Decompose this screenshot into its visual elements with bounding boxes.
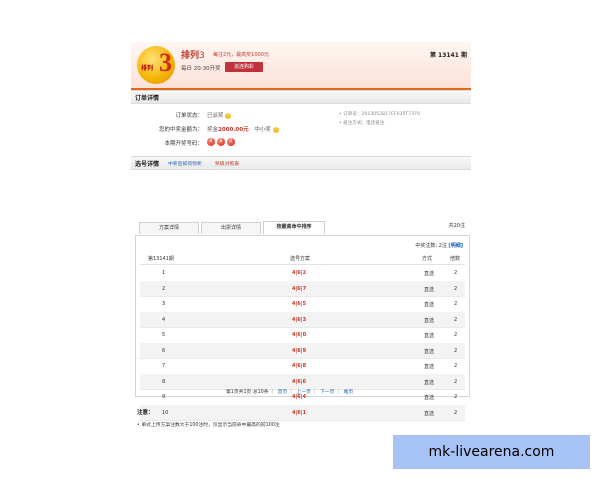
status-label: 订单状态： [175, 113, 203, 119]
order-number: • 订单号：2013052817CF035T7379 [339, 112, 420, 117]
table-row: 1 4|6|2 直选 2 [140, 265, 465, 282]
row-code: 4|6|9 [292, 347, 307, 354]
row-multiple: 2 [454, 316, 458, 323]
row-method: 直选 [424, 317, 435, 324]
row-method: 直选 [424, 379, 435, 386]
row-method: 直选 [424, 302, 435, 308]
row-index: 9 [162, 394, 166, 400]
row-index: 2 [162, 285, 166, 292]
table-header: 第13141期 选号方案 方式 倍数 [140, 253, 465, 265]
row-method: 直选 [424, 395, 435, 401]
help-icon[interactable]: ? [225, 112, 232, 119]
numbers-label: 本期开奖号码： [164, 141, 203, 147]
row-method: 直选 [424, 333, 435, 339]
header-multiple: 倍数 [450, 256, 461, 262]
row-index: 1 [162, 270, 166, 276]
row-multiple: 2 [454, 270, 458, 276]
row-code: 4|6|0 [292, 332, 307, 338]
row-multiple: 2 [454, 378, 458, 385]
row-method: 直选 [424, 410, 435, 417]
purchase-method: • 投注方式：电话投注 [339, 121, 385, 126]
row-index: 7 [162, 363, 166, 369]
continue-buy-button[interactable]: 追连购彩 [225, 62, 263, 72]
row-index: 6 [162, 347, 166, 354]
draw-time: 每日 20:30开奖 [181, 66, 221, 72]
notes-item: • 单式上传方案注数大于100注时，仅显示当前命中最高的前100注 [137, 423, 280, 428]
prize-value: 奖金2000.00元 中小奖 ? [207, 126, 279, 133]
order-page: 排列 3 排列3 每注2元，最高奖1000元 每日 20:30开奖 追连购彩 第… [131, 42, 471, 440]
number-ball: 6 [217, 138, 225, 146]
number-ball: 2 [227, 138, 235, 146]
watermark: mk-livearena.com [393, 435, 590, 469]
row-code: 4|6|5 [292, 301, 307, 307]
table-row: 5 4|6|0 直选 2 [140, 327, 465, 344]
game-subtitle: 每注2元，最高奖1000元 [213, 52, 269, 58]
header-method: 方式 [422, 256, 433, 262]
tab-scheme-details[interactable]: 方案详情 [139, 222, 199, 234]
row-code: 4|6|7 [292, 285, 307, 292]
row-multiple: 2 [454, 285, 458, 292]
row-method: 直选 [424, 348, 435, 355]
row-index: 5 [162, 332, 166, 338]
status-value: 已派奖 ? [207, 112, 232, 119]
total-count: 共20注 [448, 223, 465, 229]
number-ball: 4 [207, 138, 215, 146]
order-details-title: 订单详情 [135, 95, 160, 102]
row-code: 4|6|8 [292, 363, 307, 369]
pagination: 第1页共1页 总10条 | 首页 | 上一页 | 下一页 | 尾页 [226, 390, 354, 395]
row-method: 直选 [424, 364, 435, 370]
selection-details-bar: 选号详情 中奖后如何领奖 奖级对照表 [131, 156, 471, 170]
logo-text: 排列 [141, 65, 154, 72]
page-info: 第1页共1页 总10条 [226, 390, 269, 395]
claim-prize-link[interactable]: 中奖后如何领奖 [168, 160, 202, 167]
last-page-link[interactable]: 尾页 [344, 390, 354, 395]
details-link[interactable]: [明细] [448, 243, 463, 249]
winning-numbers: 4 6 2 [207, 138, 247, 148]
row-multiple: 2 [454, 347, 458, 354]
row-multiple: 2 [454, 301, 458, 307]
row-index: 8 [162, 378, 166, 385]
table-row: 4 4|6|3 直选 2 [140, 311, 465, 328]
table-row: 3 4|6|5 直选 2 [140, 296, 465, 313]
prize-table-link[interactable]: 奖级对照表 [215, 160, 239, 167]
table-row: 2 4|6|7 直选 2 [140, 280, 465, 297]
game-name: 排列3 [181, 51, 205, 61]
row-index: 3 [162, 301, 166, 307]
prev-page-link[interactable]: 上一页 [296, 390, 310, 395]
help-icon[interactable]: ? [272, 126, 279, 133]
row-code: 4|6|6 [292, 378, 307, 385]
header-issue: 第13141期 [148, 256, 174, 262]
row-index: 10 [162, 409, 169, 416]
logo-number: 3 [159, 48, 172, 77]
tab-ticket-details[interactable]: 出票详情 [201, 222, 261, 234]
row-multiple: 2 [454, 363, 458, 369]
row-multiple: 2 [454, 394, 458, 400]
win-summary: 中奖注数: 2注 [明细] [415, 243, 463, 249]
notes-title: 注意： [137, 410, 154, 416]
table-row: 6 4|6|9 直选 2 [140, 342, 465, 359]
first-page-link[interactable]: 首页 [278, 390, 288, 395]
header-scheme: 选号方案 [290, 256, 311, 262]
tab-sort-by-hits[interactable]: 按最高命中排序 [263, 221, 325, 234]
row-code: 4|6|3 [292, 316, 307, 323]
row-index: 4 [162, 316, 166, 323]
next-page-link[interactable]: 下一页 [320, 390, 334, 395]
order-details-bar: 订单详情 [131, 90, 471, 104]
row-multiple: 2 [454, 409, 458, 416]
lottery-logo: 排列 3 [137, 46, 175, 84]
table-row: 7 4|6|8 直选 2 [140, 358, 465, 375]
row-code: 4|6|2 [292, 270, 307, 276]
row-method: 直选 [424, 271, 435, 277]
scheme-panel: 中奖注数: 2注 [明细] 第13141期 选号方案 方式 倍数 1 4|6|2 直… [135, 235, 470, 421]
game-header: 排列 3 排列3 每注2元，最高奖1000元 每日 20:30开奖 追连购彩 第… [131, 42, 471, 90]
row-method: 直选 [424, 286, 435, 293]
row-code: 4|6|1 [292, 409, 307, 416]
table-row: 10 4|6|1 直选 2 [140, 404, 465, 421]
prize-label: 您的中奖金额为： [158, 127, 203, 133]
row-multiple: 2 [454, 332, 458, 338]
selection-details-title: 选号详情 [135, 161, 160, 168]
issue-number: 第 13141 期 [429, 52, 467, 59]
